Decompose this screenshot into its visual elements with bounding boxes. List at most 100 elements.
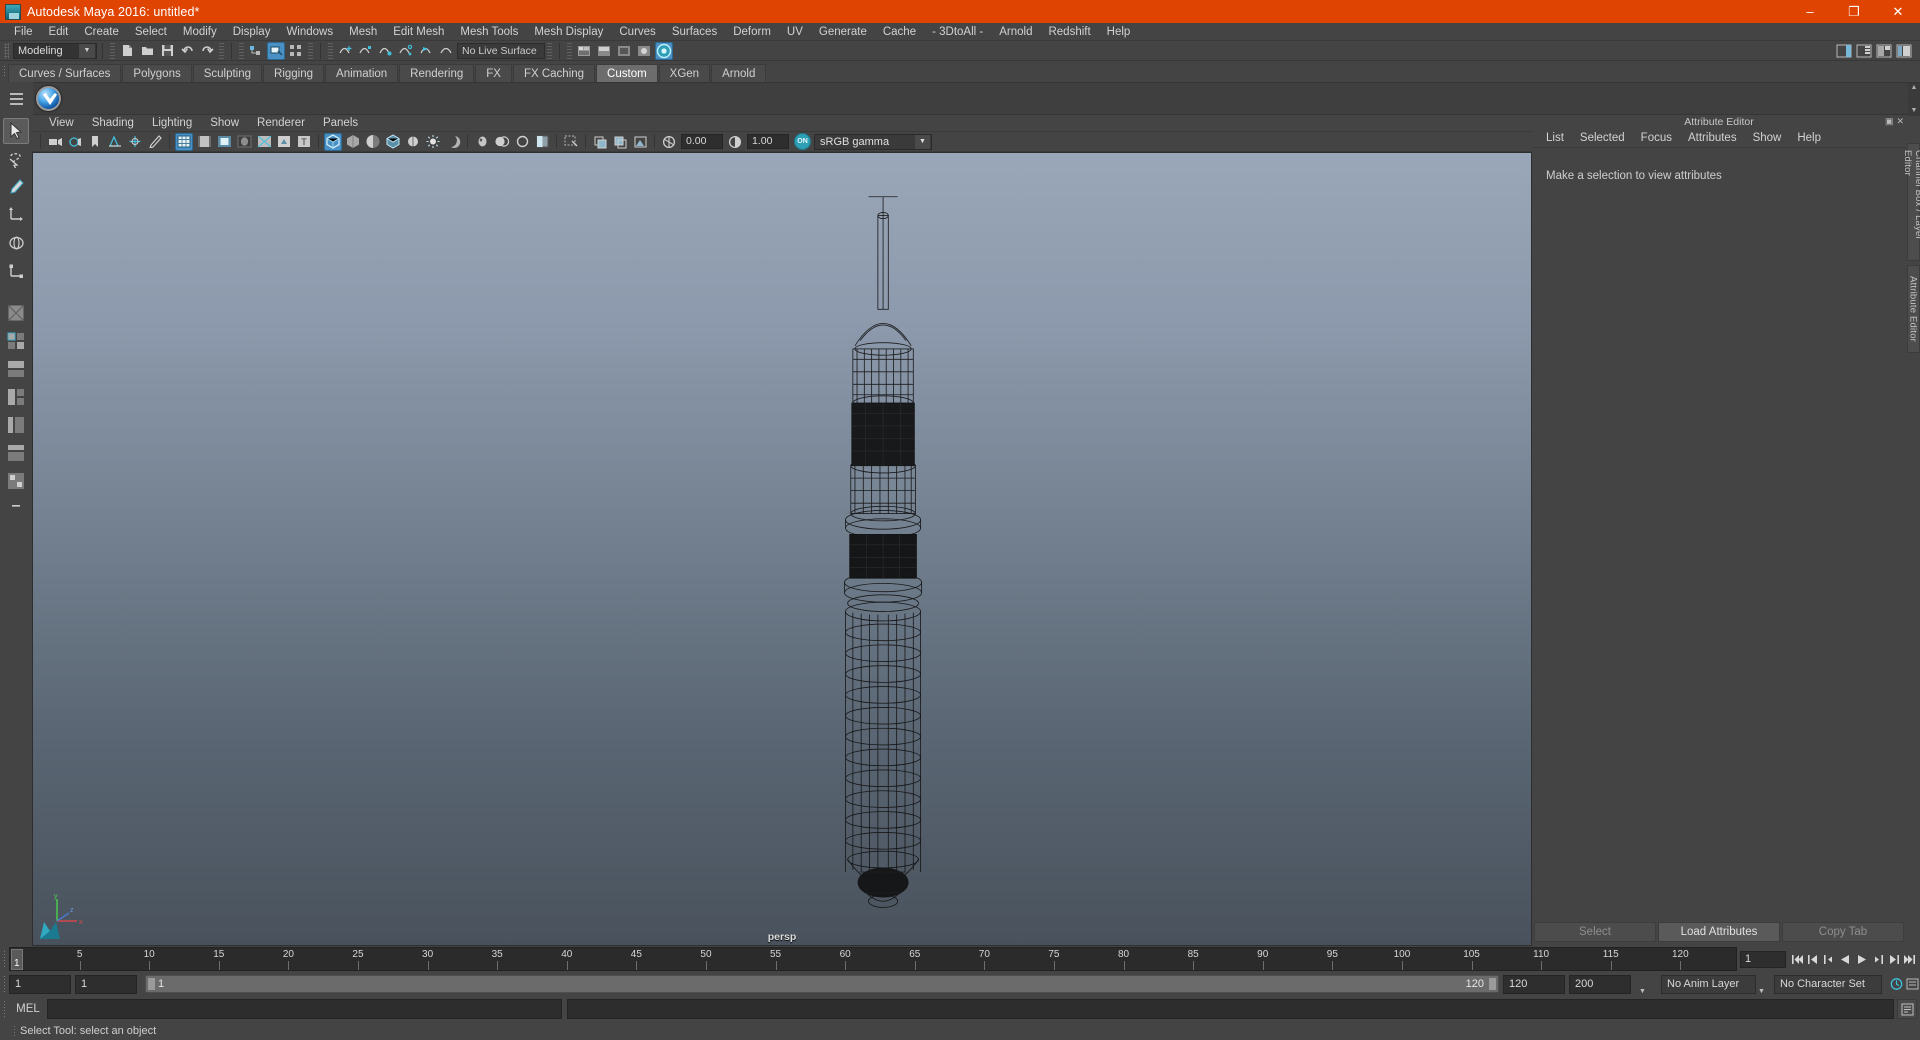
- save-scene-icon[interactable]: [158, 42, 176, 60]
- shelf-tab-arnold[interactable]: Arnold: [711, 64, 767, 82]
- menu-set-selector[interactable]: Modeling ▼: [13, 42, 97, 59]
- toolbar-grip[interactable]: [110, 42, 115, 59]
- close-button[interactable]: ✕: [1876, 0, 1920, 23]
- live-surface-field[interactable]: No Live Surface: [457, 42, 545, 59]
- menu-select[interactable]: Select: [127, 23, 175, 41]
- more-layouts-icon[interactable]: [4, 496, 28, 515]
- exposure-value-field[interactable]: 0.00: [681, 134, 723, 149]
- anti-alias-icon[interactable]: [493, 133, 511, 151]
- smooth-shade-icon[interactable]: [344, 133, 362, 151]
- select-by-hierarchy-icon[interactable]: [247, 42, 265, 60]
- playback-start-field[interactable]: 120: [1503, 974, 1565, 994]
- play-forwards-icon[interactable]: [1853, 950, 1869, 968]
- open-scene-icon[interactable]: [138, 42, 156, 60]
- command-input[interactable]: [47, 999, 562, 1019]
- snap-to-view-plane-icon[interactable]: [416, 42, 434, 60]
- menu-cache[interactable]: Cache: [875, 23, 924, 41]
- rotate-tool-icon[interactable]: [3, 230, 29, 256]
- menu-create[interactable]: Create: [76, 23, 127, 41]
- resolution-gate-icon[interactable]: [215, 133, 233, 151]
- make-live-icon[interactable]: [436, 42, 454, 60]
- anim-layer-select[interactable]: No Anim Layer: [1661, 974, 1756, 994]
- panel-menu-shading[interactable]: Shading: [83, 115, 143, 132]
- three-pane-layout-icon[interactable]: [3, 384, 29, 410]
- menu-redshift[interactable]: Redshift: [1040, 23, 1098, 41]
- render-settings-icon[interactable]: [615, 42, 633, 60]
- shaded-wireframe-icon[interactable]: [384, 133, 402, 151]
- paint-select-tool-icon[interactable]: [3, 174, 29, 200]
- step-forward-key-icon[interactable]: [1885, 950, 1901, 968]
- image-plane-icon[interactable]: [106, 133, 124, 151]
- character-set-select[interactable]: No Character Set: [1774, 974, 1882, 994]
- step-forward-frame-icon[interactable]: [1869, 950, 1885, 968]
- toolbar-grip[interactable]: [219, 42, 224, 59]
- hypershade-icon[interactable]: [635, 42, 653, 60]
- menu-edit[interactable]: Edit: [41, 23, 77, 41]
- scroll-up-icon[interactable]: ▲: [1911, 84, 1918, 92]
- shelf-tab-polygons[interactable]: Polygons: [122, 64, 192, 82]
- menu-windows[interactable]: Windows: [278, 23, 341, 41]
- camera-attributes-icon[interactable]: [66, 133, 84, 151]
- multisample-icon[interactable]: [513, 133, 531, 151]
- range-slider-left-handle[interactable]: [147, 977, 156, 991]
- screen-space-ao-icon[interactable]: [444, 133, 462, 151]
- grease-pencil-icon[interactable]: [146, 133, 164, 151]
- menu-deform[interactable]: Deform: [725, 23, 779, 41]
- menu-display[interactable]: Display: [225, 23, 279, 41]
- shelf-tab-rigging[interactable]: Rigging: [263, 64, 325, 82]
- toolbar-grip[interactable]: [567, 42, 572, 59]
- snap-to-curve-icon[interactable]: [356, 42, 374, 60]
- lasso-select-tool-icon[interactable]: [3, 146, 29, 172]
- undo-icon[interactable]: [178, 42, 196, 60]
- range-slider-right-handle[interactable]: [1488, 977, 1497, 991]
- toolbar-grip[interactable]: [308, 42, 313, 59]
- attr-menu-focus[interactable]: Focus: [1633, 129, 1680, 148]
- range-slider-grip[interactable]: [0, 971, 9, 997]
- command-language-label[interactable]: MEL: [9, 1003, 47, 1015]
- attr-menu-list[interactable]: List: [1538, 129, 1572, 148]
- outliner-persp-layout-icon[interactable]: [3, 412, 29, 438]
- panel-menu-renderer[interactable]: Renderer: [248, 115, 314, 132]
- menu-help[interactable]: Help: [1099, 23, 1139, 41]
- render-current-frame-icon[interactable]: [575, 42, 593, 60]
- shelf-scroll-controls[interactable]: ▲ ▼: [1908, 83, 1920, 116]
- snap-to-projected-center-icon[interactable]: [396, 42, 414, 60]
- channel-box-icon[interactable]: [1855, 42, 1873, 60]
- load-attributes-button[interactable]: Load Attributes: [1658, 922, 1780, 942]
- xray-components-icon[interactable]: [631, 133, 649, 151]
- shelf-tab-xgen[interactable]: XGen: [658, 64, 711, 82]
- attr-menu-attributes[interactable]: Attributes: [1680, 129, 1745, 148]
- attr-menu-help[interactable]: Help: [1789, 129, 1829, 148]
- shelf-tab-sculpting[interactable]: Sculpting: [192, 64, 263, 82]
- bookmark-icon[interactable]: [86, 133, 104, 151]
- side-tab-channel-box-layer-editor[interactable]: Channel Box / Layer Editor: [1902, 143, 1920, 261]
- menu-modify[interactable]: Modify: [175, 23, 225, 41]
- select-camera-icon[interactable]: [46, 133, 64, 151]
- shelf-grip[interactable]: [0, 61, 8, 82]
- step-back-frame-icon[interactable]: [1821, 950, 1837, 968]
- current-frame-field[interactable]: 1: [1740, 950, 1786, 968]
- texture-icon[interactable]: T: [295, 133, 313, 151]
- go-to-start-icon[interactable]: [1789, 950, 1805, 968]
- snap-to-grid-icon[interactable]: [336, 42, 354, 60]
- range-slider[interactable]: 1 120: [145, 975, 1499, 993]
- script-editor-icon[interactable]: [1897, 999, 1917, 1019]
- panel-menu-lighting[interactable]: Lighting: [143, 115, 201, 132]
- panel-menu-show[interactable]: Show: [201, 115, 248, 132]
- menu-3dtoall[interactable]: - 3DtoAll -: [924, 23, 991, 41]
- shelf-tab-animation[interactable]: Animation: [325, 64, 399, 82]
- select-by-object-icon[interactable]: [267, 41, 285, 60]
- time-slider-grip[interactable]: [0, 946, 9, 972]
- xray-joints-icon[interactable]: [591, 133, 609, 151]
- 2d-pan-zoom-icon[interactable]: [126, 133, 144, 151]
- shelf-options-menu[interactable]: [0, 82, 33, 115]
- shelf-tab-fx-caching[interactable]: FX Caching: [512, 64, 596, 82]
- select-by-component-icon[interactable]: [287, 42, 305, 60]
- menu-arnold[interactable]: Arnold: [991, 23, 1040, 41]
- wireframe-icon[interactable]: [324, 132, 342, 151]
- current-time-indicator[interactable]: 1: [11, 949, 23, 970]
- lighting-icon[interactable]: [404, 133, 422, 151]
- new-scene-icon[interactable]: [118, 42, 136, 60]
- float-panel-icon[interactable]: ▣: [1885, 116, 1894, 127]
- motion-blur-icon[interactable]: [473, 133, 491, 151]
